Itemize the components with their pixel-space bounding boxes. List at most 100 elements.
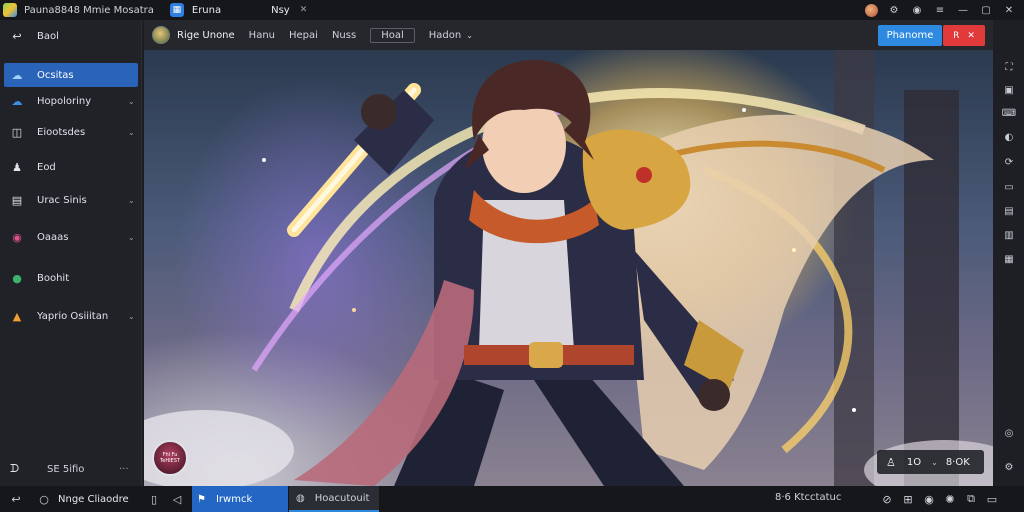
green-circle-icon: ● — [12, 271, 22, 285]
link-icon[interactable]: ⊘ — [880, 492, 894, 506]
toolbar-link-nuss[interactable]: Nuss — [332, 30, 356, 41]
sidebar-footer[interactable]: ᗪ SE 5ifio ··· — [0, 458, 142, 480]
home-icon[interactable]: ○ — [37, 492, 51, 506]
record-icon[interactable]: ▤ — [1002, 204, 1016, 218]
emulator-window: Pauna8848 Mmie Mosatra ▦ Eruna Nsy ✕ ⚙ ◉… — [0, 0, 1024, 512]
sidebar-item-hopoloriny[interactable]: ☁ Hopoloriny ⌄ — [0, 89, 142, 113]
sidebar-item-label: Eod — [37, 161, 56, 173]
sidebar-item-eod[interactable]: ♟ Eod — [0, 155, 142, 179]
cloud-icon: ☁ — [11, 94, 23, 108]
flag-icon: ⚑ — [197, 493, 206, 505]
toolbar-link-hanu[interactable]: Hanu — [249, 30, 275, 41]
tab-icon: ▦ — [169, 3, 184, 17]
location-icon[interactable]: ◎ — [1002, 426, 1016, 440]
sidebar-item-label: Urac Sinis — [37, 194, 87, 206]
back-arrow-icon: ↩ — [12, 29, 22, 43]
sidebar-item-oaaas[interactable]: ◉ Oaaas ⌄ — [0, 225, 142, 249]
sidebar-item-urac-sinis[interactable]: ▤ Urac Sinis ⌄ — [0, 188, 142, 212]
settings-icon[interactable]: ⚙ — [887, 3, 901, 17]
bottom-left-label: Nnge Cliaodre — [58, 493, 129, 505]
person-icon: ♙ — [886, 455, 896, 469]
sidebar-item-label: Ocsitas — [37, 69, 74, 81]
sidebar-item-label: Boohit — [37, 272, 70, 284]
more-icon[interactable]: ··· — [119, 464, 129, 475]
flame-icon: ▲ — [12, 309, 22, 323]
tab-eruna[interactable]: Eruna — [192, 5, 221, 16]
overlay-label: 8·OK — [945, 456, 970, 468]
sidebar-item-back[interactable]: ↩ Baol — [0, 24, 142, 48]
player-avatar[interactable]: Fhl Fu TeHIEST — [152, 440, 188, 476]
game-viewport[interactable]: Fhl Fu TeHIEST ♙ 1O ⌄ 8·OK — [144, 50, 993, 486]
keyboard-icon[interactable]: ⌨ — [1002, 106, 1016, 120]
chevron-down-icon: ⌄ — [128, 195, 135, 205]
screenshot-icon[interactable]: ▣ — [1002, 83, 1016, 97]
maximize-icon[interactable]: ▢ — [979, 3, 993, 17]
gamepad-icon[interactable]: ⊞ — [901, 492, 915, 506]
primary-button[interactable]: Phanome — [878, 25, 942, 46]
more-tools-icon[interactable]: ▦ — [1002, 252, 1016, 266]
location-icon[interactable]: ◉ — [922, 492, 936, 506]
recents-icon[interactable]: ▯ — [147, 492, 161, 506]
tab-nsy[interactable]: Nsy — [271, 5, 290, 16]
chevron-down-icon[interactable]: ⌄ — [466, 31, 473, 40]
chevron-down-icon: ⌄ — [128, 311, 135, 321]
screen-overlay-controls[interactable]: ♙ 1O ⌄ 8·OK — [877, 450, 984, 474]
ring-icon: ◉ — [12, 230, 22, 244]
back-icon[interactable]: ↩ — [9, 492, 23, 506]
settings-icon[interactable]: ✺ — [943, 492, 957, 506]
hero-artwork — [144, 50, 993, 486]
fullscreen-icon[interactable]: ⛶ — [1002, 60, 1016, 74]
settings-icon[interactable]: ⚙ — [1002, 460, 1016, 474]
book-icon: ▤ — [11, 193, 23, 207]
rotate-icon[interactable]: ⟳ — [1002, 155, 1016, 169]
right-toolbar: ⛶ ▣ ⌨ ◐ ⟳ ▭ ▤ ▥ ▦ ◎ ⚙ — [993, 20, 1024, 486]
shield-icon[interactable]: ◁ — [170, 492, 184, 506]
bottom-taskbar: ↩ ○ Nnge Cliaodre ▯ ◁ ⚑ Irwmck ◍ Hoacuto… — [0, 486, 1024, 512]
sidebar-item-label: Yaprio Osiiitan — [37, 310, 109, 322]
sidebar-item-boohit[interactable]: ● Boohit — [0, 266, 142, 290]
person-icon: ♟ — [12, 160, 22, 174]
toolbar-box-button[interactable]: Hoal — [370, 27, 415, 43]
task-hoacutouit[interactable]: ◍ Hoacutouit — [289, 486, 379, 512]
sidebar-item-yaprio-osiiitan[interactable]: ▲ Yaprio Osiiitan ⌄ — [0, 304, 142, 328]
chat-icon: ◫ — [11, 125, 23, 139]
chevron-down-icon[interactable]: ⌄ — [931, 458, 938, 467]
sidebar-item-eiootsdes[interactable]: ◫ Eiootsdes ⌄ — [0, 120, 142, 144]
tab-close-icon[interactable]: ✕ — [300, 5, 308, 15]
app-title: Pauna8848 Mmie Mosatra — [24, 4, 154, 16]
sidebar-item-label: Baol — [37, 30, 59, 42]
menu-icon[interactable]: ≡ — [933, 3, 947, 17]
discord-icon: ᗪ — [10, 462, 20, 475]
task-label: Irwmck — [215, 493, 253, 505]
volume-icon[interactable]: ◐ — [1002, 130, 1016, 144]
minimize-icon[interactable]: — — [956, 3, 970, 17]
user-status-icon[interactable]: ◉ — [910, 3, 924, 17]
sidebar-item-label: Oaaas — [37, 231, 69, 243]
game-title: Rige Unone — [177, 29, 235, 41]
close-icon[interactable]: ✕ — [967, 31, 975, 41]
system-tray: ⊘ ⊞ ◉ ✺ ⧉ ▭ — [880, 492, 999, 506]
camera-icon[interactable]: ▭ — [1002, 180, 1016, 194]
chevron-down-icon: ⌄ — [128, 127, 135, 137]
main-toolbar: Rige Unone Hanu Hepai Nuss Hoal Hadon ⌄ … — [144, 20, 993, 50]
toolbar-link-hepai[interactable]: Hepai — [289, 30, 318, 41]
app-icon: ◍ — [296, 492, 305, 504]
folder-icon[interactable]: ▥ — [1002, 228, 1016, 242]
sidebar-item-label: Hopoloriny — [37, 95, 92, 107]
display-icon[interactable]: ▭ — [985, 492, 999, 506]
game-icon — [152, 26, 170, 44]
record-button-label: R — [953, 30, 960, 41]
record-button[interactable]: R ✕ — [943, 25, 985, 46]
app-logo-icon — [3, 3, 17, 17]
multi-instance-icon[interactable]: ⧉ — [964, 492, 978, 506]
toolbar-menu-hadon[interactable]: Hadon — [429, 30, 461, 41]
sidebar-item-ocsitas[interactable]: ☁ Ocsitas — [4, 63, 138, 87]
close-icon[interactable]: ✕ — [1002, 3, 1016, 17]
user-avatar[interactable] — [865, 3, 878, 17]
sidebar-footer-label: SE 5ifio — [47, 463, 85, 475]
title-bar: Pauna8848 Mmie Mosatra ▦ Eruna Nsy ✕ ⚙ ◉… — [0, 0, 1024, 20]
left-sidebar: ↩ Baol ☁ Ocsitas ☁ Hopoloriny ⌄ ◫ Eioots… — [0, 20, 142, 486]
task-label: Hoacutouit — [314, 492, 370, 504]
task-irwmck[interactable]: ⚑ Irwmck — [192, 486, 288, 512]
chevron-down-icon: ⌄ — [128, 96, 135, 106]
